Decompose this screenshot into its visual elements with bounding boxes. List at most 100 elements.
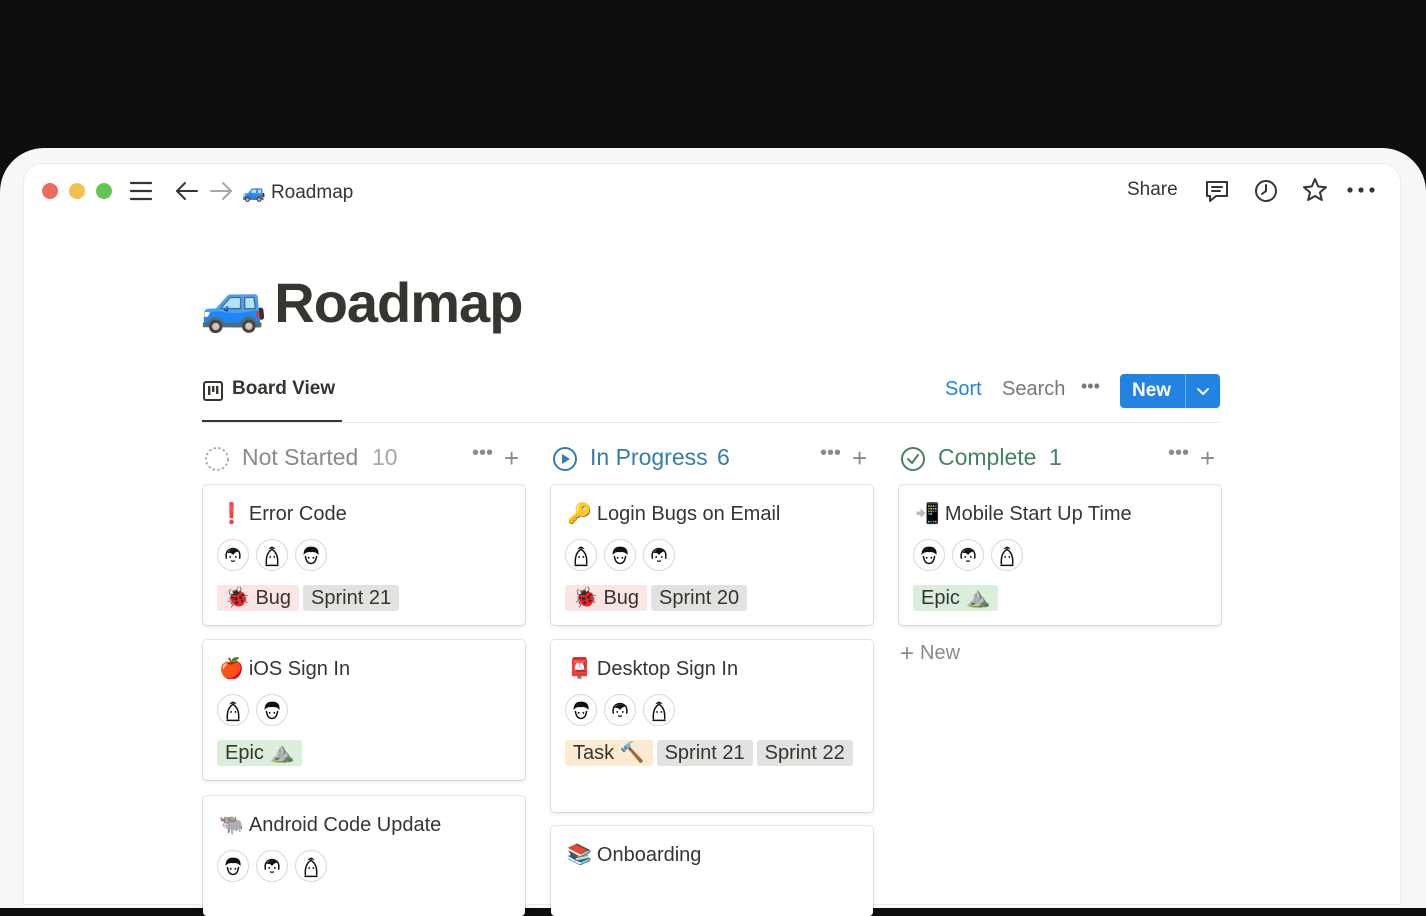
card-title: ❗ Error Code (219, 501, 347, 526)
sidebar-menu-icon[interactable] (128, 179, 154, 203)
tag-epic: Epic ⛰️ (913, 585, 999, 611)
avatar[interactable] (295, 539, 327, 571)
search-button[interactable]: Search (1002, 378, 1065, 401)
card-title-text: iOS Sign In (248, 658, 351, 680)
avatar[interactable] (952, 539, 984, 571)
column-header-not-started: Not Started 10 ••• + (204, 442, 524, 477)
board-card[interactable]: 🔑 Login Bugs on Email 🐞 Bug Sprint 20 (551, 485, 873, 625)
avatar[interactable] (217, 539, 249, 571)
page-title: 🚙 Roadmap (200, 270, 523, 336)
view-tabs: Board View (202, 372, 1220, 423)
share-button[interactable]: Share (1127, 179, 1178, 201)
avatar[interactable] (643, 539, 675, 571)
avatar[interactable] (256, 694, 288, 726)
avatar[interactable] (217, 694, 249, 726)
card-title-text: Login Bugs on Email (596, 503, 781, 525)
assignee-avatars (565, 694, 682, 728)
avatar[interactable] (604, 539, 636, 571)
tab-board-view[interactable]: Board View (202, 372, 342, 422)
chevron-down-icon[interactable] (1194, 382, 1212, 406)
column-name[interactable]: Not Started (242, 444, 358, 471)
column-add-button[interactable]: + (1200, 443, 1215, 474)
breadcrumb[interactable]: 🚙 Roadmap (242, 180, 353, 204)
new-button[interactable]: New (1120, 374, 1220, 408)
column-count: 10 (372, 444, 398, 470)
card-title: 🍎 iOS Sign In (219, 656, 350, 681)
avatar[interactable] (604, 694, 636, 726)
board-card[interactable]: 🍎 iOS Sign In Epic ⛰️ (203, 640, 525, 780)
notion-window: 🚙 Roadmap Share 🚙 Roadmap Board View Sort… (24, 164, 1400, 916)
in-progress-status-icon (552, 446, 578, 477)
assignee-avatars (565, 539, 682, 573)
column-more-button[interactable]: ••• (820, 442, 841, 465)
card-icon: 📚 (567, 844, 592, 866)
new-button-separator (1185, 374, 1186, 408)
column-add-button[interactable]: + (504, 443, 519, 474)
card-title: 📲 Mobile Start Up Time (915, 501, 1132, 526)
board-card[interactable]: ❗ Error Code 🐞 Bug Sprint 21 (203, 485, 525, 625)
card-icon: 🍎 (219, 658, 244, 680)
zoom-window-button[interactable] (96, 183, 112, 199)
tag-bug: 🐞 Bug (217, 585, 300, 611)
card-title: 🐃 Android Code Update (219, 812, 441, 837)
column-add-button[interactable]: + (852, 443, 867, 474)
minimize-window-button[interactable] (69, 183, 85, 199)
not-started-status-icon (204, 446, 230, 477)
new-button-label: New (1132, 380, 1172, 401)
avatar[interactable] (217, 850, 249, 882)
tag-sprint: Sprint 20 (651, 585, 748, 611)
assignee-avatars (217, 694, 295, 728)
column-count: 6 (717, 444, 730, 470)
page-icon[interactable]: 🚙 (200, 274, 267, 334)
column-header-complete: Complete 1 ••• + (900, 442, 1220, 477)
assignee-avatars (217, 850, 334, 884)
tag-sprint: Sprint 21 (656, 740, 753, 766)
add-new-card-button[interactable]: + New (900, 640, 960, 668)
board-card[interactable]: 📲 Mobile Start Up Time Epic ⛰️ (899, 485, 1221, 625)
complete-status-icon (900, 446, 926, 477)
plus-icon: + (900, 640, 915, 667)
card-tags: 🐞 Bug Sprint 21 (217, 585, 517, 617)
add-new-label: New (920, 642, 961, 664)
breadcrumb-label: Roadmap (270, 182, 354, 203)
card-title: 🔑 Login Bugs on Email (567, 501, 780, 526)
avatar[interactable] (256, 539, 288, 571)
more-icon[interactable] (1346, 176, 1376, 204)
avatar[interactable] (913, 539, 945, 571)
breadcrumb-icon: 🚙 (242, 182, 266, 203)
card-icon: 🔑 (567, 503, 592, 525)
page-title-text[interactable]: Roadmap (274, 271, 523, 334)
sort-button[interactable]: Sort (945, 378, 982, 401)
column-name[interactable]: Complete (938, 444, 1036, 471)
comment-icon[interactable] (1203, 177, 1231, 205)
column-more-button[interactable]: ••• (1168, 442, 1189, 465)
assignee-avatars (217, 539, 334, 573)
avatar[interactable] (991, 539, 1023, 571)
avatar[interactable] (565, 539, 597, 571)
column-header-in-progress: In Progress 6 ••• + (552, 442, 872, 477)
star-icon[interactable] (1301, 176, 1329, 204)
view-more-button[interactable]: ••• (1081, 376, 1100, 397)
card-title: 📮 Desktop Sign In (567, 656, 738, 681)
board-card[interactable]: 🐃 Android Code Update (203, 796, 525, 916)
tag-sprint: Sprint 22 (756, 740, 853, 766)
back-arrow-icon[interactable] (174, 179, 200, 203)
avatar[interactable] (256, 850, 288, 882)
assignee-avatars (913, 539, 1030, 573)
forward-arrow-icon[interactable] (208, 179, 234, 203)
column-more-button[interactable]: ••• (472, 442, 493, 465)
avatar[interactable] (295, 850, 327, 882)
column-name[interactable]: In Progress (590, 444, 708, 471)
card-title-text: Desktop Sign In (596, 658, 739, 680)
card-title-text: Mobile Start Up Time (944, 503, 1132, 525)
card-title-text: Error Code (248, 503, 347, 525)
board-card[interactable]: 📮 Desktop Sign In Task 🔨 Sprint 21 Sprint 22 (551, 640, 873, 812)
card-title: 📚 Onboarding (567, 842, 701, 867)
tag-epic: Epic ⛰️ (217, 740, 303, 766)
close-window-button[interactable] (42, 183, 58, 199)
board-card[interactable]: 📚 Onboarding (551, 826, 873, 916)
clock-icon[interactable] (1252, 177, 1280, 205)
avatar[interactable] (643, 694, 675, 726)
avatar[interactable] (565, 694, 597, 726)
card-tags: Epic ⛰️ (913, 585, 1213, 617)
